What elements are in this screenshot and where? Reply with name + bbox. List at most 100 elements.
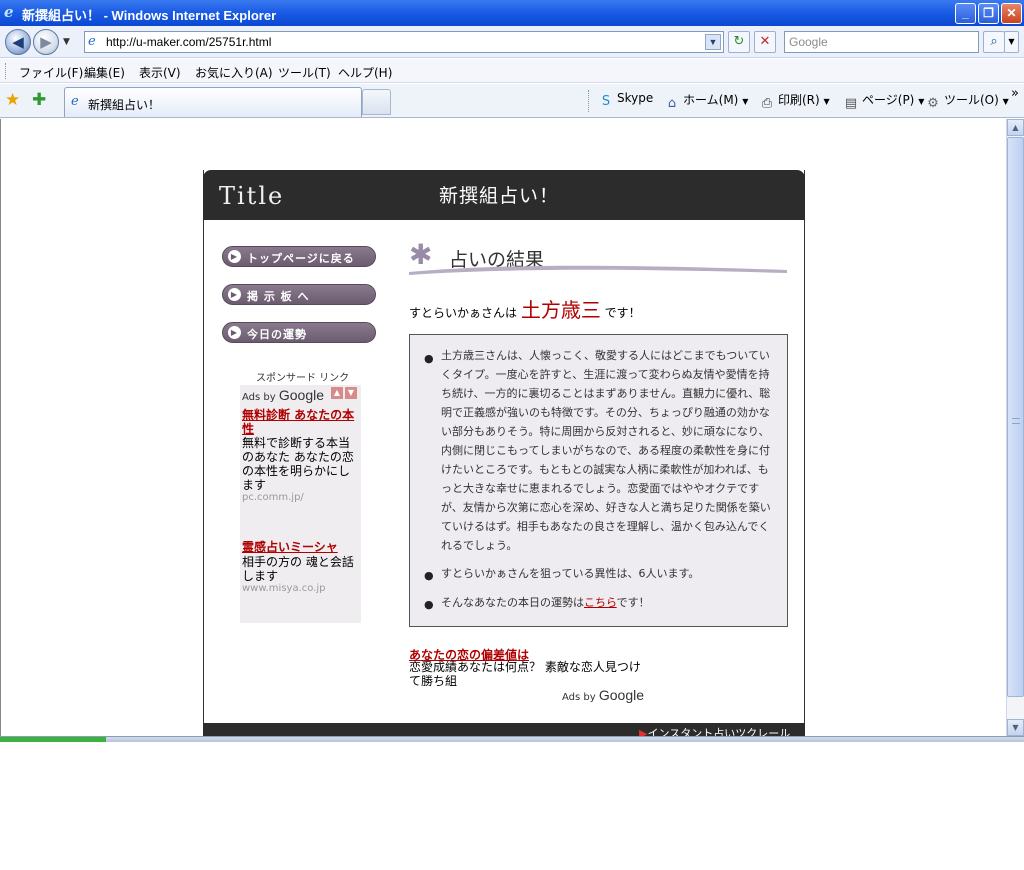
nav-label: 今日の運勢 xyxy=(247,328,307,341)
vertical-scrollbar[interactable]: ▲ ▼ xyxy=(1006,119,1024,736)
tab-active[interactable]: e 新撰組占い！ xyxy=(64,87,362,117)
stop-button[interactable]: ✕ xyxy=(754,31,776,53)
ad-title-link[interactable]: 無料診断 あなたの本性 xyxy=(242,408,357,436)
scrollbar-thumb[interactable] xyxy=(1007,137,1024,697)
scroll-up-icon[interactable]: ▲ xyxy=(1007,119,1024,136)
play-circle-icon: ▶ xyxy=(228,288,241,301)
more-commands-button[interactable]: » xyxy=(1011,86,1019,101)
tab-page-icon: e xyxy=(71,94,79,109)
menu-tools[interactable]: ツール(T) xyxy=(278,64,331,81)
fortune-link[interactable]: こちら xyxy=(584,596,617,609)
page-dropdown-icon[interactable]: ▼ xyxy=(918,97,924,106)
scroll-down-icon[interactable]: ▼ xyxy=(1007,719,1024,736)
admirers-count: すとらいかぁさんを狙っている異性は、6人います。 xyxy=(441,567,700,580)
heading-swoosh-decoration xyxy=(409,265,787,275)
ads-by-label: Ads by xyxy=(562,692,596,703)
address-toolbar: ◀ ▶ ▼ e http://u-maker.com/25751r.html ▼… xyxy=(0,26,1024,58)
nav-todays-fortune-button[interactable]: ▶ 今日の運勢 xyxy=(222,322,376,343)
back-button[interactable]: ◀ xyxy=(5,29,31,55)
page-label: ページ(P) xyxy=(862,93,915,107)
tools-dropdown-icon[interactable]: ▼ xyxy=(1003,97,1009,106)
site-logo[interactable]: Title xyxy=(219,182,284,210)
play-circle-icon: ▶ xyxy=(228,250,241,263)
menu-file[interactable]: ファイル(F) xyxy=(19,64,83,81)
page-icon: e xyxy=(88,34,96,49)
fortune-prefix: そんなあなたの本日の運勢は xyxy=(441,596,584,609)
desktop-blank-area xyxy=(0,742,1024,870)
close-button[interactable]: ✕ xyxy=(1001,3,1022,24)
minimize-button[interactable]: _ xyxy=(955,3,976,24)
print-dropdown-icon[interactable]: ▼ xyxy=(824,97,830,106)
result-detail-box: ● 土方歳三さんは、人懐っこく、敬愛する人にはどこまでもついていくタイプ。一度心… xyxy=(409,334,788,627)
ads-by-label: Ads by xyxy=(242,392,276,403)
result-heading: ✱ 占いの結果 xyxy=(409,240,787,278)
result-prefix: すとらいかぁさんは xyxy=(409,306,518,320)
address-dropdown-icon[interactable]: ▼ xyxy=(705,34,721,50)
menu-view[interactable]: 表示(V) xyxy=(139,64,181,81)
bottom-ads-by-google[interactable]: Ads by Google xyxy=(562,687,644,703)
play-circle-icon: ▶ xyxy=(228,326,241,339)
site-container: Title 新撰組占い！ ▶ トップページに戻る ▶ 掲 示 板 へ ▶ 今日の… xyxy=(203,170,805,736)
recent-pages-dropdown-icon[interactable]: ▼ xyxy=(63,37,70,47)
menu-favorites[interactable]: お気に入り(A) xyxy=(195,64,273,81)
page-viewport: Title 新撰組占い！ ▶ トップページに戻る ▶ 掲 示 板 へ ▶ 今日の… xyxy=(0,119,1006,736)
window-titlebar: e 新撰組占い！ - Windows Internet Explorer _ ❐… xyxy=(0,0,1024,26)
ad-title-link[interactable]: 霊感占いミーシャ xyxy=(242,540,357,554)
search-options-dropdown-icon[interactable]: ▼ xyxy=(1004,31,1019,53)
skype-button[interactable]: S Skype xyxy=(598,91,653,110)
home-dropdown-icon[interactable]: ▼ xyxy=(742,97,748,106)
todays-fortune-line: そんなあなたの本日の運勢はこちらです！ xyxy=(441,593,773,612)
address-field[interactable]: e http://u-maker.com/25751r.html ▼ xyxy=(84,31,724,53)
new-tab-button[interactable] xyxy=(362,89,391,115)
search-icon[interactable]: ⌕ xyxy=(983,31,1005,53)
bottom-ad-body: 恋愛成績あなたは何点？ 素敵な恋人見つけて勝ち組 xyxy=(409,660,641,688)
address-url[interactable]: http://u-maker.com/25751r.html xyxy=(106,35,271,49)
search-input[interactable]: Google xyxy=(784,31,979,53)
ad-url[interactable]: pc.comm.jp/ xyxy=(242,492,304,503)
page-button[interactable]: ▤ ページ(P) ▼ xyxy=(843,91,925,112)
toolbar-grip[interactable] xyxy=(5,63,7,79)
home-label: ホーム(M) xyxy=(683,93,739,107)
skype-icon: S xyxy=(601,94,611,109)
site-title: 新撰組占い！ xyxy=(439,185,560,207)
result-summary: すとらいかぁさんは 土方歳三 です！ xyxy=(409,294,641,323)
maximize-button[interactable]: ❐ xyxy=(978,3,999,24)
nav-bbs-button[interactable]: ▶ 掲 示 板 へ xyxy=(222,284,376,305)
ad-prev-icon[interactable]: ▲ xyxy=(331,387,343,399)
nav-label: 掲 示 板 へ xyxy=(247,290,310,303)
footer-link-label: インスタント占いツクレール xyxy=(647,727,791,736)
home-button[interactable]: ⌂ ホーム(M) ▼ xyxy=(664,91,748,112)
add-favorite-icon[interactable]: ✚ xyxy=(32,90,52,110)
refresh-button[interactable]: ↻ xyxy=(728,31,750,53)
gear-icon: ⚙ xyxy=(927,96,939,111)
google-wordmark: Google xyxy=(598,687,645,703)
page-menu-icon: ▤ xyxy=(844,96,858,111)
print-icon: ⎙ xyxy=(761,96,773,111)
menu-help[interactable]: ヘルプ(H) xyxy=(338,64,392,81)
footer-link[interactable]: ▶インスタント占いツクレール xyxy=(639,725,790,736)
result-suffix: です！ xyxy=(604,306,641,320)
fortune-suffix: です！ xyxy=(616,596,650,609)
ad-body: 相手の方の 魂と会話します xyxy=(242,555,354,583)
ie-logo-icon: e xyxy=(4,3,14,21)
google-wordmark: Google xyxy=(278,387,325,403)
nav-top-page-button[interactable]: ▶ トップページに戻る xyxy=(222,246,376,267)
nav-label: トップページに戻る xyxy=(247,252,355,265)
bullet-icon: ● xyxy=(424,569,434,582)
tools-button[interactable]: ⚙ ツール(O) ▼ xyxy=(925,91,1009,112)
favorites-star-icon[interactable]: ★ xyxy=(5,90,25,110)
print-button[interactable]: ⎙ 印刷(R) ▼ xyxy=(759,91,830,112)
sponsored-ad-box: Ads by Google ▲ ▼ 無料診断 あなたの本性 無料で診断する本当の… xyxy=(240,385,361,623)
ad-url[interactable]: www.misya.co.jp xyxy=(242,583,326,594)
site-footer: ▶インスタント占いツクレール xyxy=(203,723,805,736)
personality-description: 土方歳三さんは、人懐っこく、敬愛する人にはどこまでもついていくタイプ。一度心を許… xyxy=(441,349,771,552)
ad-body: 無料で診断する本当のあなた あなたの恋の本性を明らかにします xyxy=(242,436,354,492)
forward-button[interactable]: ▶ xyxy=(33,29,59,55)
bullet-icon: ● xyxy=(424,598,434,611)
menu-edit[interactable]: 編集(E) xyxy=(84,64,125,81)
tools-label: ツール(O) xyxy=(944,93,999,107)
ad-next-icon[interactable]: ▼ xyxy=(345,387,357,399)
ads-by-google[interactable]: Ads by Google xyxy=(242,387,324,403)
bullet-icon: ● xyxy=(424,352,434,365)
result-character-name: 土方歳三 xyxy=(520,298,601,322)
